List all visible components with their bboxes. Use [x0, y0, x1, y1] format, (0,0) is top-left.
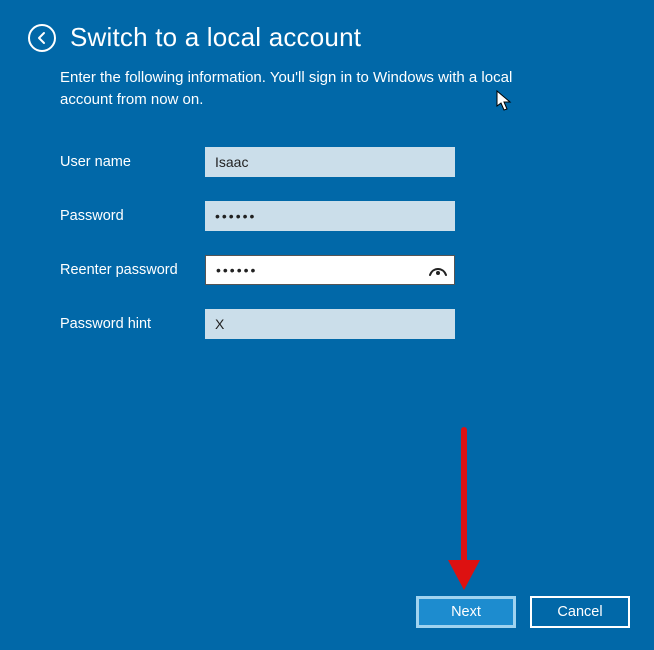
page-title: Switch to a local account	[70, 22, 361, 53]
row-username: User name	[60, 147, 654, 177]
page-subtitle: Enter the following information. You'll …	[0, 53, 600, 111]
input-username[interactable]	[205, 147, 455, 177]
row-password: Password	[60, 201, 654, 231]
local-account-form: User name Password Reenter password Pass…	[0, 111, 654, 339]
annotation-arrow-icon	[434, 425, 494, 595]
input-password[interactable]	[205, 201, 455, 231]
label-username: User name	[60, 154, 205, 170]
row-password-hint: Password hint	[60, 309, 654, 339]
back-arrow-icon	[35, 31, 49, 45]
label-password-hint: Password hint	[60, 316, 205, 332]
input-password-hint[interactable]	[205, 309, 455, 339]
label-password: Password	[60, 208, 205, 224]
next-button[interactable]: Next	[416, 596, 516, 628]
reveal-password-icon[interactable]	[429, 264, 447, 276]
cancel-button[interactable]: Cancel	[530, 596, 630, 628]
dialog-footer: Next Cancel	[416, 596, 630, 628]
back-button[interactable]	[28, 24, 56, 52]
dialog-header: Switch to a local account	[0, 0, 654, 53]
label-reenter-password: Reenter password	[60, 262, 205, 278]
input-reenter-password[interactable]	[205, 255, 455, 285]
row-reenter-password: Reenter password	[60, 255, 654, 285]
